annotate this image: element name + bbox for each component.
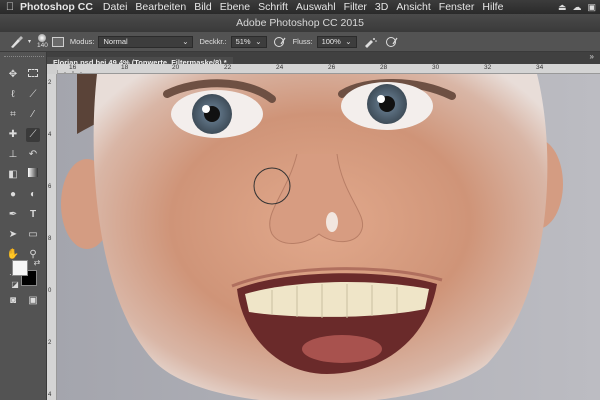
- window-title: Adobe Photoshop CC 2015: [236, 17, 364, 29]
- flow-label: Fluss:: [292, 37, 313, 46]
- app-menu[interactable]: Photoshop CC: [20, 1, 103, 13]
- tools-panel: ✥ ℓ ⟋ ⌗ ⁄ ✚ ⟋ ⊥ ↶ ◧ ● ◐ ✒ T ➤ ▭ ✋ ⚲ ··· …: [0, 52, 47, 400]
- swap-colors-icon[interactable]: ⇄: [30, 256, 44, 270]
- ruler-label: 22: [224, 64, 232, 71]
- path-selection-tool-icon[interactable]: ➤: [6, 228, 20, 242]
- quick-mask-icon[interactable]: ◙: [6, 294, 20, 308]
- creative-cloud-icon[interactable]: ☁: [572, 2, 581, 13]
- flow-field[interactable]: 100% ⌄: [316, 35, 357, 48]
- vertical-ruler[interactable]: 2 4 6 8 0 2 4: [47, 74, 57, 400]
- screen-mode-icon[interactable]: ▣: [26, 294, 40, 308]
- document-tab-bar: Florian.psd bei 49,4% (Tonwerte, Filterm…: [47, 52, 600, 69]
- apple-menu-icon[interactable]: : [0, 1, 20, 13]
- chevron-down-icon: ⌄: [345, 36, 352, 46]
- ruler-label: 28: [380, 64, 388, 71]
- panel-collapse-icon[interactable]: »: [590, 52, 594, 61]
- menu-3d[interactable]: 3D: [375, 1, 396, 13]
- menu-hilfe[interactable]: Hilfe: [482, 1, 511, 13]
- menu-ebene[interactable]: Ebene: [220, 1, 258, 13]
- menu-filter[interactable]: Filter: [344, 1, 375, 13]
- lasso-tool-icon[interactable]: ℓ: [6, 88, 20, 102]
- menu-datei[interactable]: Datei: [103, 1, 136, 13]
- face-photo: [57, 74, 600, 400]
- mode-group: Modus: Normal ⌄: [69, 35, 194, 48]
- brush-tip-icon: [38, 34, 47, 42]
- ruler-label: 34: [536, 64, 544, 71]
- brush-tool-icon: [11, 35, 23, 48]
- mode-label: Modus:: [69, 37, 95, 46]
- ruler-label: 26: [328, 64, 336, 71]
- opacity-label: Deckkr.:: [199, 37, 227, 46]
- menu-bild[interactable]: Bild: [194, 1, 220, 13]
- ruler-label: 2: [48, 80, 52, 86]
- gradient-tool-icon[interactable]: [26, 168, 40, 182]
- document-canvas[interactable]: [57, 74, 600, 400]
- eject-icon[interactable]: ⏏: [558, 2, 567, 13]
- opacity-group: Deckkr.: 51% ⌄: [199, 35, 287, 48]
- flow-group: Fluss: 100% ⌄: [292, 35, 399, 48]
- panel-grip[interactable]: [4, 56, 44, 58]
- chevron-down-icon: ⌄: [182, 36, 189, 46]
- brush-size: 140: [37, 42, 48, 49]
- ruler-label: 20: [172, 64, 180, 71]
- menu-bar:  Photoshop CC Datei Bearbeiten Bild Ebe…: [0, 0, 600, 14]
- window-titlebar: Adobe Photoshop CC 2015: [0, 14, 600, 32]
- display-icon[interactable]: ▣: [587, 2, 596, 13]
- tool-preset-picker[interactable]: ▾: [8, 35, 31, 49]
- clone-stamp-tool-icon[interactable]: ⊥: [6, 148, 20, 162]
- rectangle-tool-icon[interactable]: ▭: [26, 228, 40, 242]
- dodge-tool-icon[interactable]: ◐: [26, 188, 40, 202]
- ruler-label: 6: [48, 184, 52, 190]
- ruler-label: 4: [48, 392, 52, 398]
- ruler-label: 18: [121, 64, 129, 71]
- pressure-size-icon[interactable]: [385, 36, 399, 48]
- healing-brush-tool-icon[interactable]: ✚: [6, 128, 20, 142]
- pressure-opacity-icon[interactable]: [273, 36, 287, 48]
- ruler-origin[interactable]: [47, 64, 57, 74]
- status-icons: ⏏ ☁ ▣: [558, 2, 600, 13]
- eraser-tool-icon[interactable]: ◧: [6, 168, 20, 182]
- menu-ansicht[interactable]: Ansicht: [396, 1, 438, 13]
- mode-dropdown[interactable]: Normal ⌄: [98, 35, 194, 48]
- options-bar: ▾ 140 Modus: Normal ⌄ Deckkr.: 51% ⌄ Fluss…: [0, 32, 600, 52]
- horizontal-ruler[interactable]: 16 18 20 22 24 26 28 30 32 34: [57, 64, 600, 74]
- menu-auswahl[interactable]: Auswahl: [296, 1, 344, 13]
- foreground-color-swatch[interactable]: [12, 260, 28, 276]
- move-tool-icon[interactable]: ✥: [6, 68, 20, 82]
- marquee-tool-icon[interactable]: [26, 68, 40, 82]
- brush-picker[interactable]: 140: [37, 34, 48, 49]
- default-colors-icon[interactable]: ◪: [8, 278, 22, 292]
- brush-tool-active-icon[interactable]: ⟋: [26, 128, 40, 142]
- type-tool-icon[interactable]: T: [26, 208, 40, 222]
- pen-tool-icon[interactable]: ✒: [6, 208, 20, 222]
- ruler-label: 2: [48, 340, 52, 346]
- ruler-label: 8: [48, 236, 52, 242]
- history-brush-tool-icon[interactable]: ↶: [26, 148, 40, 162]
- menu-bearbeiten[interactable]: Bearbeiten: [135, 1, 194, 13]
- brush-panel-toggle[interactable]: [51, 36, 64, 47]
- menu-schrift[interactable]: Schrift: [258, 1, 296, 13]
- quick-selection-tool-icon[interactable]: ⟋: [26, 88, 40, 102]
- ruler-label: 24: [276, 64, 284, 71]
- ruler-label: 16: [69, 64, 77, 71]
- ruler-label: 32: [484, 64, 492, 71]
- ruler-label: 4: [48, 132, 52, 138]
- ruler-label: 0: [48, 288, 52, 294]
- ruler-label: 30: [432, 64, 440, 71]
- blur-tool-icon[interactable]: ●: [6, 188, 20, 202]
- airbrush-icon[interactable]: [363, 36, 377, 48]
- crop-tool-icon[interactable]: ⌗: [6, 108, 20, 122]
- brush-panel-icon: [51, 36, 64, 47]
- chevron-down-icon: ⌄: [255, 36, 262, 46]
- menu-fenster[interactable]: Fenster: [439, 1, 483, 13]
- eyedropper-tool-icon[interactable]: ⁄: [26, 108, 40, 122]
- opacity-field[interactable]: 51% ⌄: [230, 35, 267, 48]
